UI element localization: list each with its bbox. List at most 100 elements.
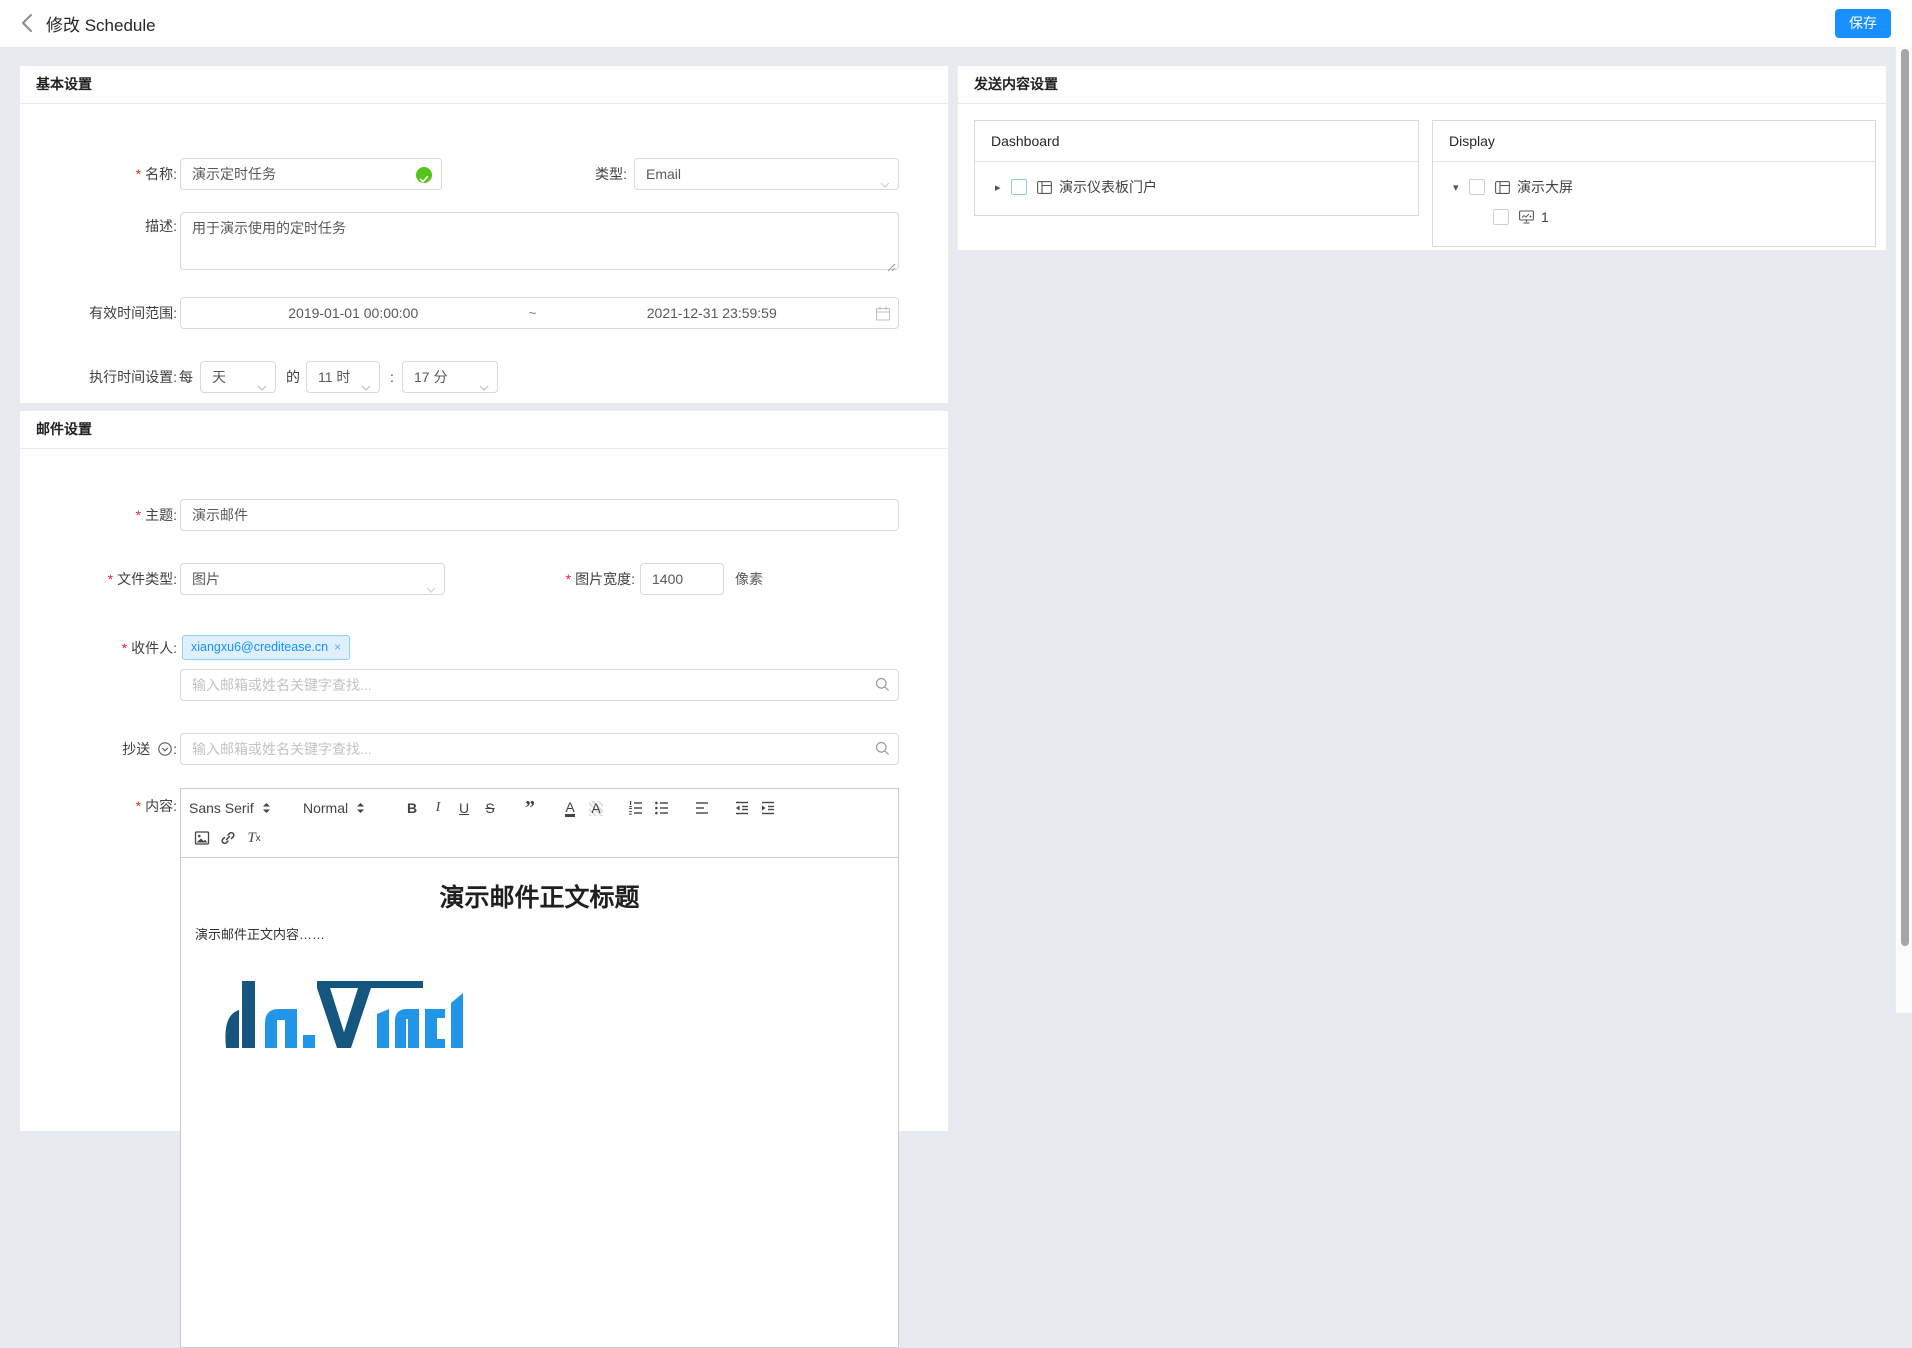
subject-value: 演示邮件 <box>192 507 248 523</box>
exec-hour-value: 11 时 <box>318 369 350 385</box>
time-range-picker[interactable]: 2019-01-01 00:00:00 ~ 2021-12-31 23:59:5… <box>180 297 899 329</box>
ordered-list-button[interactable] <box>623 796 649 820</box>
filetype-select[interactable]: 图片 <box>180 563 445 595</box>
clean-x-glyph: x <box>256 833 261 844</box>
chevron-down-icon <box>880 170 890 200</box>
font-picker-value: Sans Serif <box>189 800 254 816</box>
exec-time-label: 执行时间设置: <box>20 361 177 393</box>
type-value: Email <box>646 166 681 182</box>
scrollbar-track[interactable] <box>1895 47 1912 1013</box>
checkbox-empty[interactable] <box>1469 179 1485 195</box>
time-range-label: 有效时间范围: <box>20 297 177 329</box>
check-circle-icon <box>416 167 432 183</box>
align-button[interactable] <box>689 796 715 820</box>
background-color-glyph: A <box>589 801 602 816</box>
search-icon <box>875 741 938 761</box>
tag-close-icon[interactable]: × <box>334 640 341 654</box>
underline-button[interactable]: U <box>451 796 477 820</box>
chevron-left-icon <box>16 11 40 35</box>
bullet-list-button[interactable] <box>649 796 675 820</box>
size-picker-value: Normal <box>303 800 348 816</box>
updown-arrows-icon <box>356 802 365 814</box>
clean-t-glyph: T <box>247 830 255 847</box>
tree-node-label: 演示大屏 <box>1517 177 1573 197</box>
type-select[interactable]: Email <box>634 158 899 190</box>
recipients-label: *收件人: <box>20 632 177 664</box>
scrollbar-thumb[interactable] <box>1901 49 1909 946</box>
checkbox-indeterminate[interactable] <box>1011 179 1027 195</box>
layout-icon <box>1037 181 1052 194</box>
tree-node-label: 演示仪表板门户 <box>1059 177 1157 197</box>
email-body-text: 演示邮件正文内容…… <box>195 924 884 943</box>
save-button[interactable]: 保存 <box>1835 9 1891 38</box>
cc-search-input[interactable] <box>180 733 899 765</box>
app-header: 修改 Schedule 保存 <box>0 0 1912 48</box>
chevron-down-icon <box>479 373 489 403</box>
italic-button[interactable]: I <box>425 796 451 820</box>
checkbox-empty[interactable] <box>1493 209 1509 225</box>
insert-link-button[interactable] <box>215 826 241 850</box>
recipient-tag[interactable]: xiangxu6@creditease.cn× <box>182 635 350 660</box>
background-color-button[interactable]: A <box>583 796 609 820</box>
name-label: *名称: <box>20 158 177 190</box>
calendar-icon <box>876 306 890 321</box>
indent-button[interactable] <box>755 796 781 820</box>
resize-handle-icon[interactable] <box>887 259 896 268</box>
projection-screen-icon <box>1519 210 1534 224</box>
image-width-value: 1400 <box>652 571 683 587</box>
davinci-logo <box>221 973 469 1049</box>
text-color-glyph: A <box>565 800 574 817</box>
time-colon-text: : <box>390 361 394 393</box>
subject-input[interactable]: 演示邮件 <box>180 499 899 531</box>
strikethrough-button[interactable]: S <box>477 796 503 820</box>
range-separator: ~ <box>518 298 548 328</box>
editor-content[interactable]: 演示邮件正文标题 演示邮件正文内容…… <box>181 858 898 1070</box>
caret-down-icon[interactable]: ▾ <box>1453 181 1469 194</box>
insert-image-button[interactable] <box>189 826 215 850</box>
range-start-value[interactable]: 2019-01-01 00:00:00 <box>189 298 518 328</box>
chevron-down-icon <box>257 373 267 403</box>
name-value: 演示定时任务 <box>192 166 276 182</box>
exec-minute-value: 17 分 <box>414 369 447 385</box>
size-picker[interactable]: Normal <box>303 800 381 816</box>
outdent-button[interactable] <box>729 796 755 820</box>
updown-arrows-icon <box>262 802 271 814</box>
recipient-search-input[interactable] <box>180 669 899 701</box>
blockquote-button[interactable]: ” <box>517 796 543 820</box>
search-icon <box>875 677 938 697</box>
back-button[interactable] <box>16 11 40 35</box>
editor-toolbar: Sans Serif Normal B I U S ” <box>181 789 898 858</box>
down-circle-icon[interactable] <box>158 735 172 767</box>
caret-right-icon[interactable]: ▸ <box>995 181 1011 194</box>
chevron-down-icon <box>426 575 436 605</box>
chevron-down-icon <box>361 373 371 403</box>
exec-unit-select[interactable]: 天 <box>200 361 276 393</box>
every-text: 每 <box>179 361 193 393</box>
mail-settings-panel: 邮件设置 *主题: 演示邮件 *文件类型: 图片 *图片宽度: 1400 像素 … <box>20 411 948 1131</box>
send-content-panel: 发送内容设置 Dashboard ▸ 演示仪表板门户 Display ▾ <box>958 66 1886 250</box>
tree-node-dashboard-portal[interactable]: ▸ 演示仪表板门户 <box>995 172 1418 202</box>
tree-node-display-child[interactable]: 1 <box>1453 202 1875 232</box>
display-box-title: Display <box>1433 121 1875 162</box>
display-box: Display ▾ 演示大屏 1 <box>1432 120 1876 247</box>
basic-settings-title: 基本设置 <box>20 66 948 104</box>
font-picker[interactable]: Sans Serif <box>189 800 285 816</box>
page-title: 修改 Schedule <box>46 11 156 36</box>
basic-settings-panel: 基本设置 *名称: 演示定时任务 类型: Email 描述: 用于演示使用的定时… <box>20 66 948 403</box>
exec-minute-select[interactable]: 17 分 <box>402 361 498 393</box>
range-end-value[interactable]: 2021-12-31 23:59:59 <box>548 298 877 328</box>
image-width-input[interactable]: 1400 <box>640 563 724 595</box>
dashboard-box: Dashboard ▸ 演示仪表板门户 <box>974 120 1419 216</box>
text-color-button[interactable]: A <box>557 796 583 820</box>
filetype-label: *文件类型: <box>20 563 177 595</box>
name-input[interactable]: 演示定时任务 <box>180 158 442 190</box>
exec-hour-select[interactable]: 11 时 <box>306 361 380 393</box>
description-textarea[interactable]: 用于演示使用的定时任务 <box>180 212 899 270</box>
subject-label: *主题: <box>20 499 177 531</box>
required-mark: * <box>136 166 141 182</box>
tree-node-display[interactable]: ▾ 演示大屏 <box>1453 172 1875 202</box>
bold-button[interactable]: B <box>399 796 425 820</box>
image-width-unit: 像素 <box>735 563 763 595</box>
rich-text-editor: Sans Serif Normal B I U S ” <box>180 788 899 1348</box>
clear-format-button[interactable]: Tx <box>241 826 267 850</box>
